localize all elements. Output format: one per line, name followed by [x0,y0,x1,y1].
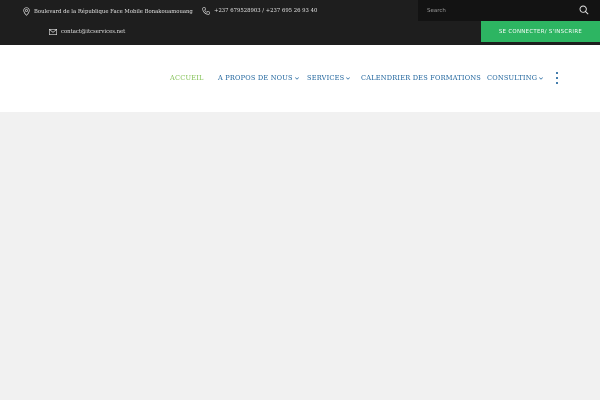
nav-item-label: ACCUEIL [170,74,204,82]
nav-item-label: A PROPOS DE NOUS [218,74,293,82]
phone-info: +237 679528903 / +237 695 26 93 40 [202,7,317,15]
search-input[interactable] [418,0,578,21]
nav-item-consulting[interactable]: CONSULTING [487,74,544,82]
search-button[interactable] [577,3,591,17]
address-text: Boulevard de la République Face Mobile B… [34,8,193,15]
chevron-down-icon [539,76,544,80]
nav-item-label: CALENDRIER DES FORMATIONS [361,74,482,82]
nav-item-calendrier[interactable]: CALENDRIER DES FORMATIONS [361,74,481,82]
main-navigation: ACCUEIL A PROPOS DE NOUS SERVICES CALEND… [0,45,600,112]
login-register-button[interactable]: SE CONNECTER/ S'INSCRIRE [481,21,600,42]
search-icon [579,5,589,15]
envelope-icon [49,29,57,35]
page-content [0,112,600,400]
top-bar: Boulevard de la République Face Mobile B… [0,0,600,45]
vertical-dots-icon[interactable] [554,72,560,84]
nav-item-label: SERVICES [307,74,345,82]
dot [556,82,558,84]
dot [556,72,558,74]
search-box [418,0,600,21]
phone-icon [202,7,210,15]
chevron-down-icon [346,76,351,80]
dot [556,77,558,79]
address-info: Boulevard de la République Face Mobile B… [23,7,193,16]
nav-item-a-propos[interactable]: A PROPOS DE NOUS [218,74,299,82]
map-pin-icon [23,7,30,16]
email-info[interactable]: contact@itcservices.net [49,29,125,35]
nav-item-label: CONSULTING [487,74,538,82]
chevron-down-icon [294,76,299,80]
phone-text: +237 679528903 / +237 695 26 93 40 [214,8,318,14]
nav-item-accueil[interactable]: ACCUEIL [170,74,204,82]
email-link[interactable]: contact@itcservices.net [61,29,125,35]
nav-item-services[interactable]: SERVICES [307,74,351,82]
